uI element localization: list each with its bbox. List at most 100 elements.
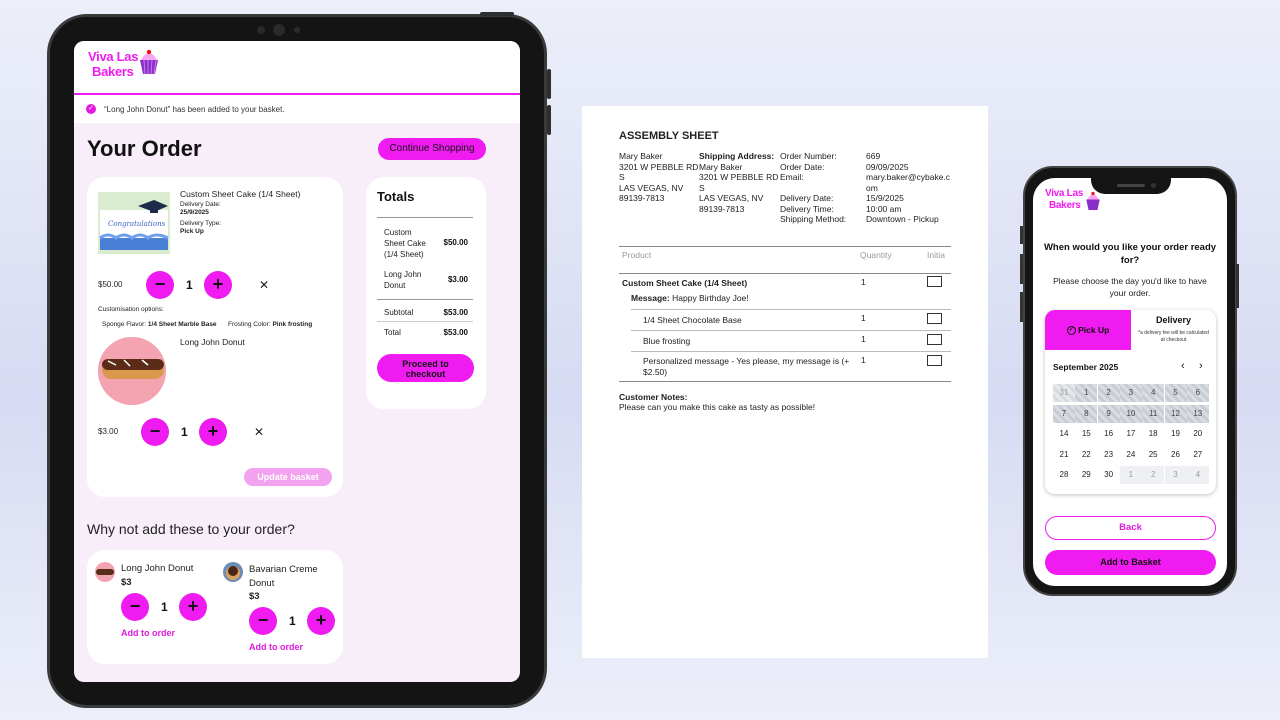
column-product: Product [622, 250, 652, 260]
clock-icon: ✓ [1066, 326, 1076, 336]
upsell-card: Long John Donut $3 − 1 + Add to order Ba… [87, 550, 343, 664]
increase-quantity-button[interactable]: + [204, 271, 232, 299]
previous-month-icon[interactable]: ‹ [1181, 360, 1185, 372]
phone-screen: Viva Las Bakers When would you like your… [1033, 178, 1227, 586]
update-basket-button[interactable]: Update basket [244, 468, 332, 486]
divider [377, 321, 473, 322]
delivery-time-label: Delivery Time: [780, 203, 834, 214]
calendar-day[interactable]: 20 [1187, 425, 1209, 443]
calendar-day[interactable]: 17 [1120, 425, 1142, 443]
date-question: When would you like your order ready for… [1043, 242, 1217, 266]
tablet-volume-button [547, 105, 551, 135]
calendar-day[interactable]: 15 [1075, 425, 1097, 443]
proceed-to-checkout-button[interactable]: Proceed to checkout [377, 354, 474, 382]
totals-card: Totals Custom Sheet Cake (1/4 Sheet) $50… [366, 177, 486, 409]
option-name: Personalized message - Yes please, my me… [643, 356, 849, 377]
shipping-method-value: Downtown - Pickup [866, 214, 939, 224]
calendar-day[interactable]: 29 [1075, 466, 1097, 484]
decrease-quantity-button[interactable]: − [146, 271, 174, 299]
phone-side-button [1020, 226, 1023, 244]
add-to-basket-button[interactable]: Add to Basket [1045, 550, 1216, 575]
quantity-value: 1 [186, 278, 193, 292]
logo-line-2: Bakers [1049, 200, 1081, 211]
upsell-item-price: $3 [249, 591, 260, 602]
calendar-day: 3 [1119, 384, 1142, 402]
product-name: Custom Sheet Cake (1/4 Sheet) [622, 278, 748, 288]
initial-checkbox[interactable] [927, 334, 942, 345]
quantity-value: 1 [181, 425, 188, 439]
calendar-day[interactable]: 30 [1098, 466, 1120, 484]
calendar-day: 12 [1164, 404, 1187, 423]
cupcake-icon [140, 49, 158, 75]
upsell-item-name: Bavarian Creme Donut [249, 564, 318, 589]
calendar-day[interactable]: 23 [1098, 446, 1120, 464]
shipping-line: 89139-7813 [699, 203, 745, 214]
calendar-day[interactable]: 22 [1075, 446, 1097, 464]
decrease-quantity-button[interactable]: − [249, 607, 277, 635]
header-rule [619, 273, 951, 274]
customisation-label: Customisation options: [98, 306, 164, 313]
order-meta-labels: Order Number: Order Date: Email: Deliver… [780, 151, 846, 225]
remove-item-icon[interactable]: ✕ [259, 278, 269, 292]
increase-quantity-button[interactable]: + [199, 418, 227, 446]
item-name: Custom Sheet Cake (1/4 Sheet) [180, 189, 301, 199]
calendar-day: 9 [1097, 404, 1120, 423]
order-meta-values: 669 09/09/2025 mary.baker@cybake.c om 15… [866, 151, 950, 225]
calendar-day[interactable]: 24 [1120, 446, 1142, 464]
phone-side-button [1020, 254, 1023, 284]
calendar-day[interactable]: 25 [1142, 446, 1164, 464]
calendar-month: September 2025 [1053, 362, 1119, 372]
increase-quantity-button[interactable]: + [307, 607, 335, 635]
bavarian-creme-donut-thumb [223, 562, 243, 582]
column-initial: Initia [927, 250, 945, 260]
cupcake-icon [1086, 191, 1100, 210]
add-to-order-link[interactable]: Add to order [121, 628, 175, 638]
remove-item-icon[interactable]: ✕ [254, 425, 264, 439]
upsell-title: Why not add these to your order? [87, 521, 295, 537]
decrease-quantity-button[interactable]: − [121, 593, 149, 621]
delivery-tab[interactable]: Delivery [1131, 315, 1216, 325]
increase-quantity-button[interactable]: + [179, 593, 207, 621]
calendar-day: 1 [1119, 466, 1142, 484]
calendar-grid: 31 1 2 3 4 5 6 7 8 9 10 11 12 13 14 15 16 17 18 19 20 21 22 23 2… [1053, 384, 1209, 488]
calendar-day[interactable]: 14 [1053, 425, 1075, 443]
add-to-order-link[interactable]: Add to order [249, 642, 303, 652]
tablet-screen: Viva Las Bakers ✓ “Long John Donut” has … [74, 41, 520, 682]
tablet-sensor [257, 26, 265, 34]
decrease-quantity-button[interactable]: − [141, 418, 169, 446]
calendar-day[interactable]: 21 [1053, 446, 1075, 464]
calendar-day[interactable]: 18 [1142, 425, 1164, 443]
long-john-donut-image [98, 337, 166, 405]
initial-checkbox[interactable] [927, 276, 942, 287]
continue-shopping-button[interactable]: Continue Shopping [378, 138, 486, 160]
calendar-day[interactable]: 28 [1053, 466, 1075, 484]
back-button[interactable]: Back [1045, 516, 1216, 540]
option-quantity: 1 [861, 313, 866, 323]
next-month-icon[interactable]: › [1199, 360, 1203, 372]
product-quantity: 1 [861, 277, 866, 287]
sponge-option: Sponge Flavor: 1/4 Sheet Marble Base [102, 321, 217, 328]
initial-checkbox[interactable] [927, 355, 942, 366]
initial-checkbox[interactable] [927, 313, 942, 324]
option-name: Blue frosting [643, 336, 691, 346]
phone-power-button [1236, 264, 1239, 308]
calendar-day[interactable]: 27 [1187, 446, 1209, 464]
shipping-line: Mary Baker [699, 161, 743, 172]
table-top-rule [619, 246, 951, 247]
totals-item-name: Custom Sheet Cake (1/4 Sheet) [384, 228, 426, 259]
notes-label: Customer Notes: [619, 392, 688, 402]
site-logo[interactable]: Viva Las Bakers [1045, 188, 1083, 212]
option-name-line: $2.50) [643, 366, 668, 377]
calendar-day[interactable]: 16 [1098, 425, 1120, 443]
calendar-day[interactable]: 19 [1165, 425, 1187, 443]
phone-device: Viva Las Bakers When would you like your… [1020, 166, 1239, 596]
subtotal-label: Subtotal [384, 308, 414, 317]
site-logo[interactable]: Viva Las Bakers [88, 49, 138, 79]
svg-text:Congratulations: Congratulations [108, 220, 166, 228]
quantity-value: 1 [161, 600, 168, 614]
pickup-tab[interactable]: ✓ Pick Up [1045, 310, 1131, 350]
total-value: $53.00 [443, 328, 468, 337]
calendar-day: 31 [1053, 384, 1075, 402]
shipping-line: 3201 W PEBBLE RD [699, 172, 779, 182]
calendar-day[interactable]: 26 [1165, 446, 1187, 464]
